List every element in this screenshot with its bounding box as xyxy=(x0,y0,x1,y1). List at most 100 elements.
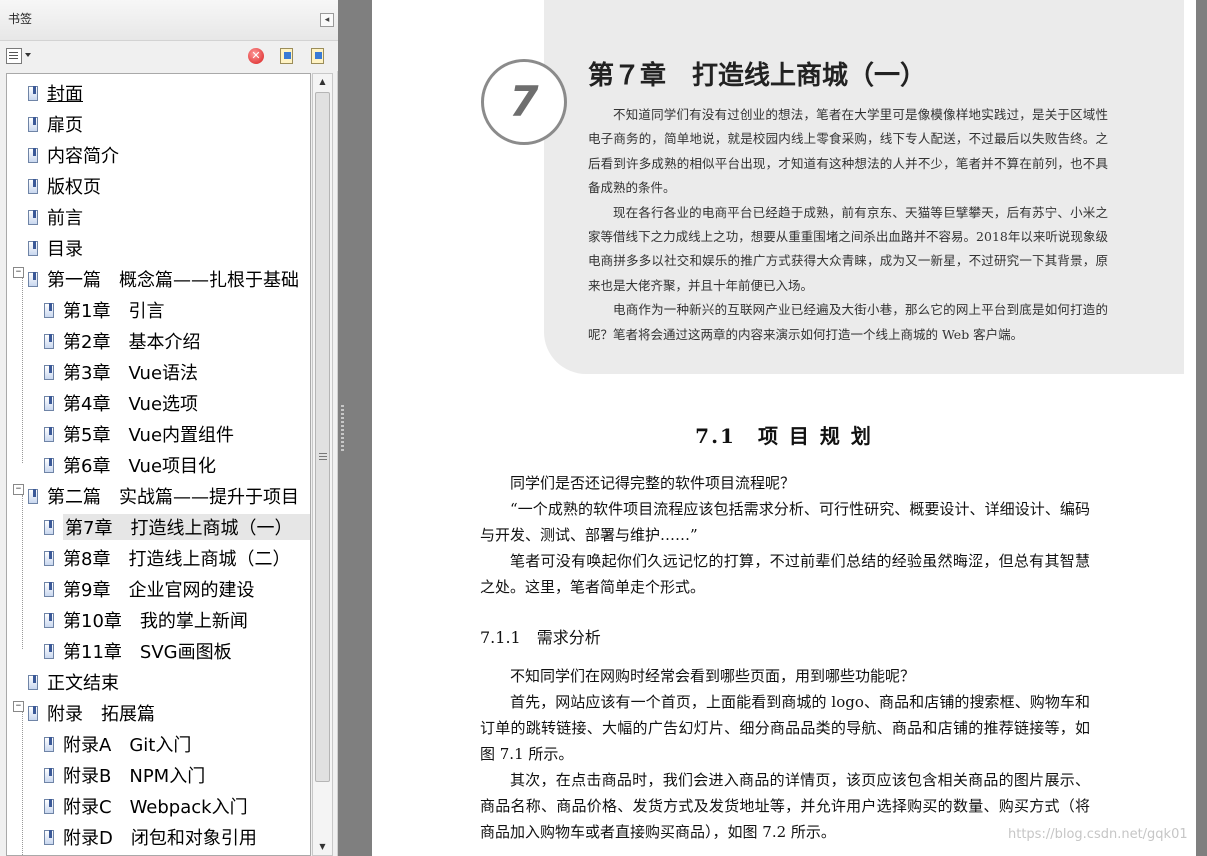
bookmark-label: 扉页 xyxy=(47,115,83,136)
bookmark-label: 封面 xyxy=(47,84,83,105)
toggle-part1-icon[interactable]: − xyxy=(13,267,24,278)
bookmark-label: 第一篇 概念篇——扎根于基础 xyxy=(47,270,299,291)
bookmark-icon xyxy=(28,271,38,287)
bookmark-part1[interactable]: 第一篇 概念篇——扎根于基础 xyxy=(28,264,299,294)
delete-bookmark-icon[interactable]: ✕ xyxy=(248,48,264,64)
bookmark-label: 附录D 闭包和对象引用 xyxy=(63,828,257,849)
bookmark-label: 第6章 Vue项目化 xyxy=(63,456,217,477)
bookmark-icon xyxy=(28,147,38,163)
bookmark-icon xyxy=(44,364,54,380)
section-title: 7.1 项 目 规 划 xyxy=(695,424,873,448)
bookmark-ch3[interactable]: 第3章 Vue语法 xyxy=(44,357,198,387)
bookmark-ch2[interactable]: 第2章 基本介绍 xyxy=(44,326,200,356)
bookmark-ch4[interactable]: 第4章 Vue选项 xyxy=(44,388,198,418)
watermark-url: https://blog.csdn.net/gqk01 xyxy=(1008,827,1188,842)
subsection-title: 7.1.1 需求分析 xyxy=(480,628,601,647)
bookmark-icon xyxy=(28,705,38,721)
bookmark-appendix-c[interactable]: 附录C Webpack入门 xyxy=(44,791,248,821)
bookmark-label: 附录 拓展篇 xyxy=(47,704,155,725)
bookmark-label: 目录 xyxy=(47,239,83,260)
bookmark-label: 第11章 SVG画图板 xyxy=(63,642,232,663)
bookmark-icon xyxy=(44,550,54,566)
bookmark-icon xyxy=(44,643,54,659)
bookmark-ch10[interactable]: 第10章 我的掌上新闻 xyxy=(44,605,248,635)
bookmark-icon xyxy=(28,85,38,101)
panel-splitter[interactable] xyxy=(338,0,372,856)
body-paragraph: 不知同学们在网购时经常会看到哪些页面，用到哪些功能呢？ xyxy=(510,667,916,685)
intro-paragraph: 不知道同学们有没有过创业的想法，笔者在大学里可是像模像样地实践过，是关于区域性电… xyxy=(588,107,1108,196)
toggle-part2-icon[interactable]: − xyxy=(13,484,24,495)
bookmark-icon xyxy=(44,457,54,473)
splitter-grip-icon[interactable] xyxy=(341,405,344,453)
bookmark-icon xyxy=(44,395,54,411)
bookmark-end[interactable]: 正文结束 xyxy=(28,667,119,697)
expand-bookmark-icon[interactable] xyxy=(309,48,327,64)
bookmark-appendix-b[interactable]: 附录B NPM入门 xyxy=(44,760,205,790)
bookmark-label: 正文结束 xyxy=(47,673,119,694)
bookmark-icon xyxy=(44,612,54,628)
subsection-body: 不知同学们在网购时经常会看到哪些页面，用到哪些功能呢？ 首先，网站应该有一个首页… xyxy=(480,663,1090,845)
body-paragraph: 首先，网站应该有一个首页，上面能看到商城的 logo、商品和店铺的搜索框、购物车… xyxy=(480,693,1090,763)
bookmark-label: 第3章 Vue语法 xyxy=(63,363,199,384)
bookmark-summary[interactable]: 内容简介 xyxy=(28,140,119,170)
bookmark-cover[interactable]: 封面 xyxy=(28,78,83,108)
bookmark-ch1[interactable]: 第1章 引言 xyxy=(44,295,164,325)
chapter-intro: 不知道同学们有没有过创业的想法，笔者在大学里可是像模像样地实践过，是关于区域性电… xyxy=(588,103,1108,347)
bookmarks-panel: 书签 ◂ ✕ − − − 封面 扉页 内容简介 版权页 前言 目录 第一篇 概念… xyxy=(0,0,338,856)
bookmark-label: 附录B NPM入门 xyxy=(63,766,206,787)
bookmark-icon xyxy=(28,240,38,256)
bookmark-label: 第9章 企业官网的建设 xyxy=(63,580,255,601)
new-bookmark-icon[interactable] xyxy=(278,48,296,64)
bookmark-ch6[interactable]: 第6章 Vue项目化 xyxy=(44,450,216,480)
bookmark-tree: − − − 封面 扉页 内容简介 版权页 前言 目录 第一篇 概念篇——扎根于基… xyxy=(6,73,311,856)
document-page: 7 第７章 打造线上商城（一） 不知道同学们有没有过创业的想法，笔者在大学里可是… xyxy=(372,0,1196,856)
intro-paragraph: 电商作为一种新兴的互联网产业已经遍及大街小巷，那么它的网上平台到底是如何打造的呢… xyxy=(588,302,1108,342)
bookmark-label: 内容简介 xyxy=(47,146,119,167)
bookmark-icon xyxy=(28,116,38,132)
bookmark-copyright[interactable]: 版权页 xyxy=(28,171,101,201)
bookmark-appendix[interactable]: 附录 拓展篇 xyxy=(28,698,155,728)
bookmarks-header: 书签 ◂ xyxy=(0,0,338,41)
bookmark-label: 第8章 打造线上商城（二） xyxy=(63,549,291,570)
bookmark-label: 第5章 Vue内置组件 xyxy=(63,425,235,446)
bookmarks-scrollbar[interactable]: ▲ ▼ xyxy=(312,73,333,856)
bookmark-icon xyxy=(44,333,54,349)
bookmark-icon xyxy=(44,798,54,814)
bookmark-label: 第7章 打造线上商城（一） xyxy=(63,514,310,540)
bookmark-icon xyxy=(44,426,54,442)
bookmark-part2[interactable]: 第二篇 实战篇——提升于项目 xyxy=(28,481,299,511)
bookmark-ch5[interactable]: 第5章 Vue内置组件 xyxy=(44,419,234,449)
body-paragraph: “一个成熟的软件项目流程应该包括需求分析、可行性研究、概要设计、详细设计、编码与… xyxy=(480,500,1090,544)
bookmark-label: 第4章 Vue选项 xyxy=(63,394,199,415)
bookmark-icon xyxy=(44,736,54,752)
bookmarks-toolbar: ✕ xyxy=(0,41,338,71)
scroll-up-icon[interactable]: ▲ xyxy=(313,74,332,90)
bookmark-ch11[interactable]: 第11章 SVG画图板 xyxy=(44,636,232,666)
bookmark-title-page[interactable]: 扉页 xyxy=(28,109,83,139)
scroll-thumb[interactable] xyxy=(315,92,330,782)
bookmark-label: 第2章 基本介绍 xyxy=(63,332,201,353)
bookmark-appendix-d[interactable]: 附录D 闭包和对象引用 xyxy=(44,822,257,852)
bookmark-label: 第1章 引言 xyxy=(63,301,165,322)
bookmark-label: 前言 xyxy=(47,208,83,229)
bookmark-label: 附录A Git入门 xyxy=(63,735,192,756)
chapter-number: 7 xyxy=(509,77,539,126)
bookmark-icon xyxy=(44,302,54,318)
bookmark-label: 第10章 我的掌上新闻 xyxy=(63,611,248,632)
bookmark-ch8[interactable]: 第8章 打造线上商城（二） xyxy=(44,543,290,573)
bookmark-label: 第二篇 实战篇——提升于项目 xyxy=(47,487,299,508)
chapter-title: 第７章 打造线上商城（一） xyxy=(588,61,927,91)
bookmarks-title: 书签 xyxy=(8,12,33,26)
collapse-panel-icon[interactable]: ◂ xyxy=(320,13,334,27)
right-gutter xyxy=(1196,0,1207,856)
options-menu-icon[interactable] xyxy=(6,48,31,64)
bookmark-ch7[interactable]: 第7章 打造线上商城（一） xyxy=(44,512,310,542)
scroll-down-icon[interactable]: ▼ xyxy=(313,839,332,855)
toggle-appendix-icon[interactable]: − xyxy=(13,701,24,712)
bookmark-toc[interactable]: 目录 xyxy=(28,233,83,263)
bookmark-appendix-a[interactable]: 附录A Git入门 xyxy=(44,729,191,759)
bookmark-ch9[interactable]: 第9章 企业官网的建设 xyxy=(44,574,254,604)
bookmark-icon xyxy=(28,209,38,225)
bookmark-preface[interactable]: 前言 xyxy=(28,202,83,232)
intro-paragraph: 现在各行各业的电商平台已经趋于成熟，前有京东、天猫等巨擘攀天，后有苏宁、小米之家… xyxy=(588,204,1108,293)
